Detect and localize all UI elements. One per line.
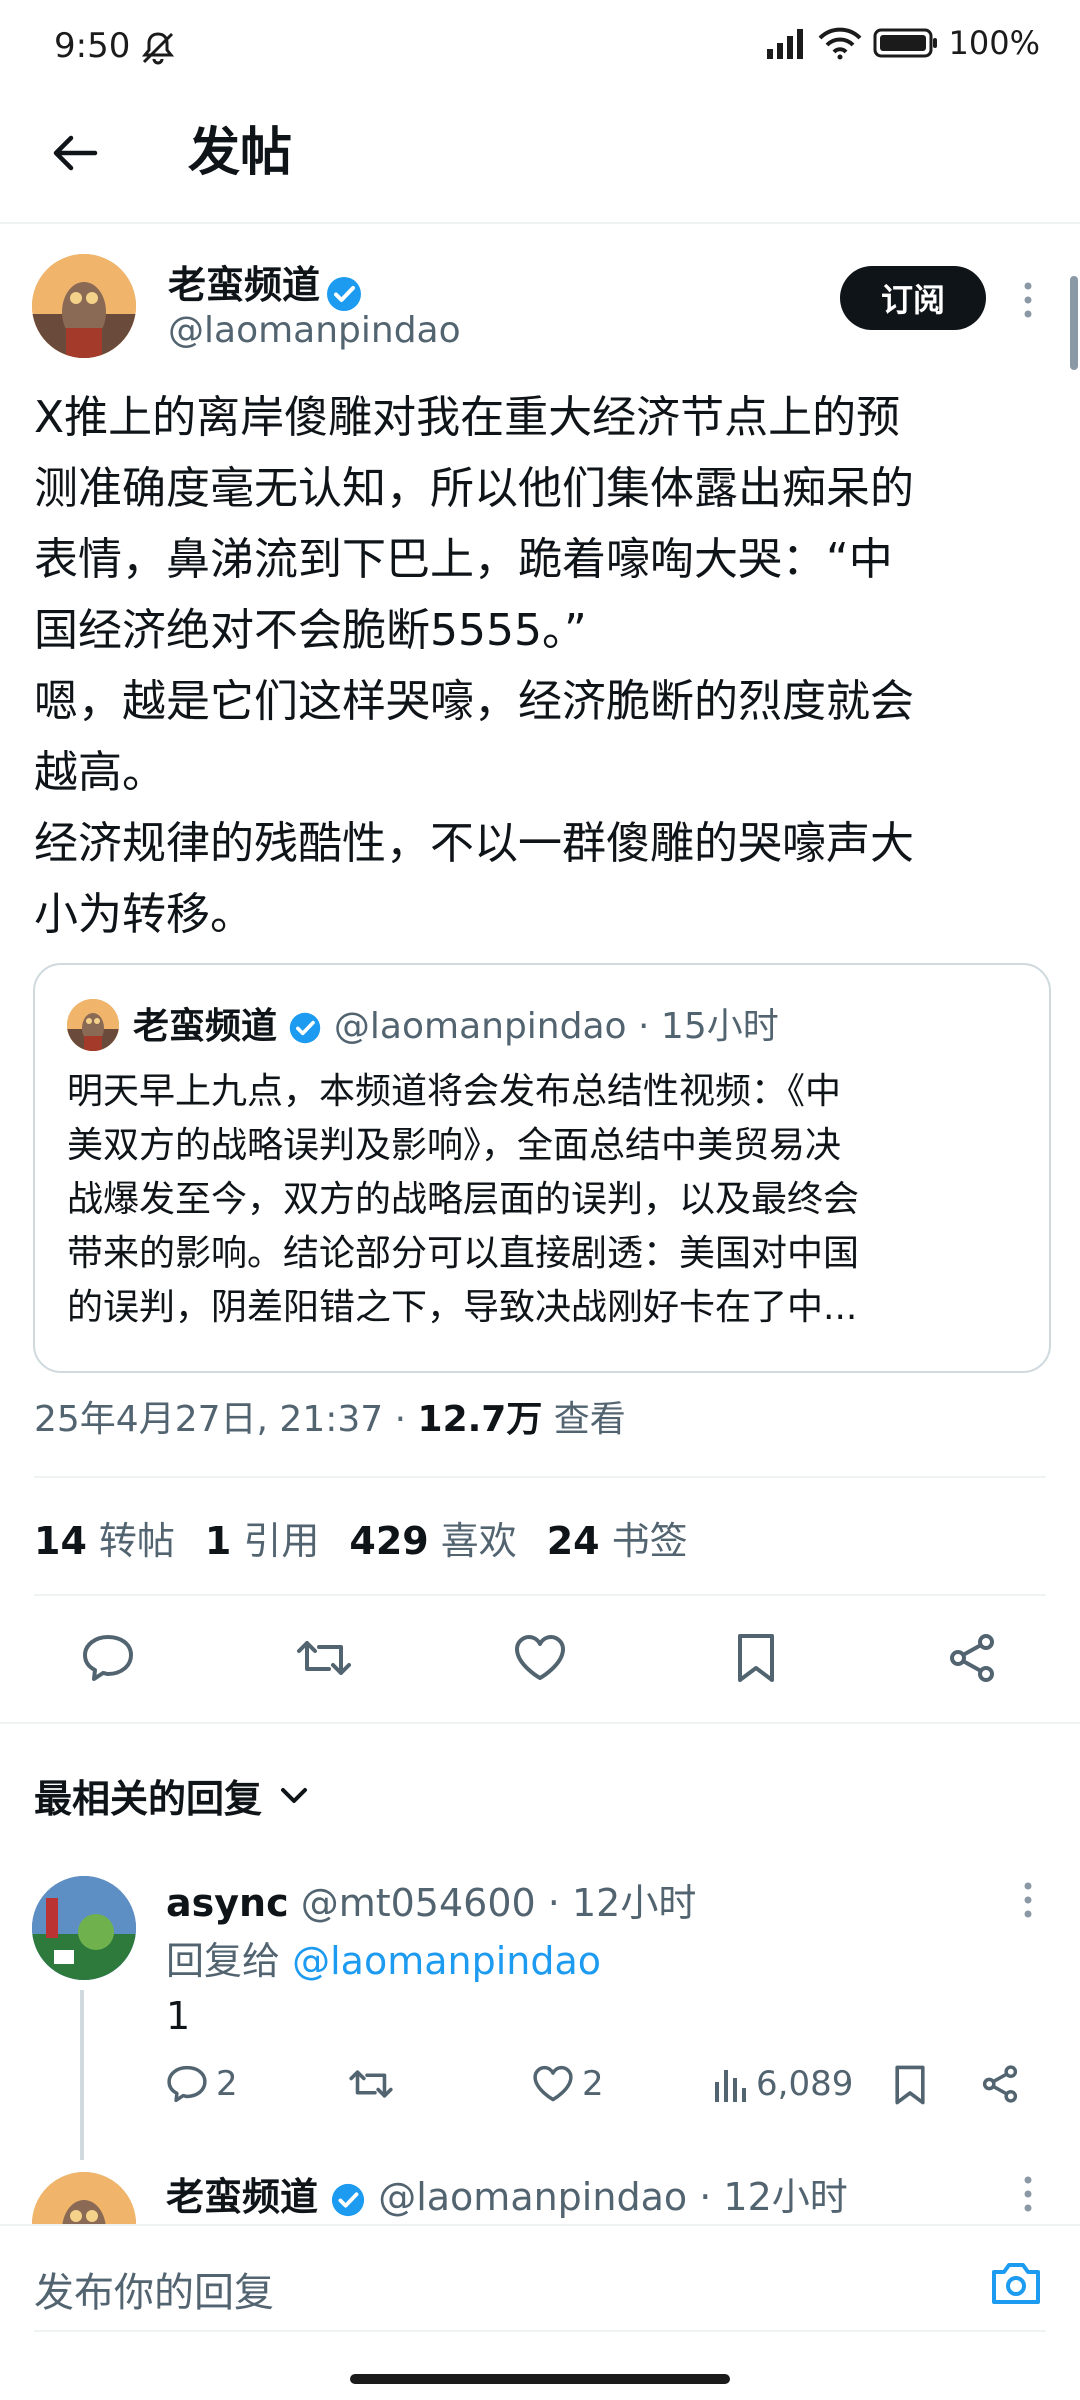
reply-comment-count: 2 [216, 2064, 238, 2104]
reply-like-button[interactable]: 2 [532, 2064, 604, 2104]
camera-icon [992, 2263, 1040, 2304]
reply-compose-bar: 发布你的回复 [0, 2224, 1080, 2346]
reply-comment-button[interactable]: 2 [166, 2064, 238, 2104]
reply-to-prefix: 回复给 [166, 1939, 281, 1983]
views-label: 查看 [553, 1399, 626, 1440]
verified-badge-icon [327, 276, 362, 311]
action-divider [0, 1722, 1080, 1724]
views-bar-chart-icon [715, 2070, 746, 2102]
bookmarks-stat[interactable]: 24 书签 [547, 1510, 688, 1565]
compose-underline [34, 2330, 1046, 2332]
reply-views-count: 6,089 [756, 2064, 854, 2104]
reply-header: async @mt054600 · 12小时 [166, 1872, 696, 1927]
meta-divider [34, 1476, 1046, 1478]
share-icon [950, 1634, 994, 1682]
status-right: 100% [765, 24, 1040, 62]
post-meta: 25年4月27日, 21:37 · 12.7万 查看 [34, 1390, 626, 1442]
signal-icon [766, 29, 803, 59]
like-button[interactable] [508, 1626, 572, 1690]
likes-stat[interactable]: 429 喜欢 [349, 1510, 516, 1565]
post-action-bar [0, 1620, 1080, 1700]
author-line: 老蛮频道 [168, 254, 363, 313]
quoted-post-card[interactable]: 老蛮频道 @laomanpindao · 15小时 明天早上九点，本频道将会发布… [33, 963, 1051, 1373]
reply-time: 12小时 [571, 1881, 697, 1925]
reply-header: 老蛮频道 @laomanpindao · 12小时 [166, 2166, 848, 2221]
verified-badge-icon [290, 1012, 321, 1044]
chevron-down-icon [281, 1787, 308, 1803]
quote-time: 15小时 [660, 1006, 779, 1047]
stats-divider [34, 1594, 1046, 1596]
separator-dot: · [638, 1006, 650, 1047]
author-avatar[interactable] [32, 254, 136, 358]
reply-handle[interactable]: @laomanpindao [378, 2175, 687, 2219]
mute-icon [138, 30, 178, 66]
reply-button[interactable] [76, 1626, 140, 1690]
home-indicator[interactable] [350, 2374, 730, 2384]
author-handle[interactable]: @laomanpindao [168, 310, 461, 351]
engagement-stats: 14 转帖 1 引用 429 喜欢 24 书签 [34, 1510, 688, 1565]
reply-more-icon[interactable] [1018, 2176, 1038, 2212]
more-options-icon[interactable] [1018, 282, 1038, 318]
back-button[interactable] [40, 118, 110, 188]
reply-share-button[interactable] [980, 2064, 1020, 2104]
reply-author-name[interactable]: async [166, 1881, 289, 1925]
repost-icon [349, 2070, 393, 2098]
post-timestamp: 25年4月27日, 21:37 [34, 1399, 384, 1440]
reply-text: 1 [166, 1994, 191, 2038]
repost-icon [297, 1641, 351, 1675]
separator-dot: · [699, 2175, 712, 2219]
separator-dot: · [394, 1399, 407, 1440]
comment-icon [83, 1635, 133, 1681]
replies-sort-dropdown[interactable]: 最相关的回复 [34, 1768, 308, 1823]
subscribe-button[interactable]: 订阅 [840, 266, 986, 330]
bookmark-icon [738, 1634, 774, 1682]
quote-author-avatar [67, 999, 119, 1051]
comment-icon [167, 2065, 207, 2103]
reply-author-name[interactable]: 老蛮频道 [166, 2175, 318, 2219]
battery-percent: 100% [948, 24, 1040, 62]
share-icon [982, 2065, 1018, 2103]
repost-button[interactable] [292, 1626, 356, 1690]
header-divider [0, 222, 1080, 224]
heart-icon [515, 1635, 565, 1680]
battery-icon [873, 28, 937, 58]
reply-input[interactable]: 发布你的回复 [34, 2260, 274, 2318]
reply-more-icon[interactable] [1018, 1882, 1038, 1918]
page-title: 发帖 [188, 123, 293, 183]
reply-avatar[interactable] [32, 1876, 136, 1980]
reply-to-line: 回复给 @laomanpindao [166, 1930, 601, 1985]
scrollbar-thumb[interactable] [1070, 276, 1078, 370]
separator-dot: · [547, 1881, 560, 1925]
reply-action-bar: 2 2 6,089 [166, 2064, 1046, 2124]
quote-text: 明天早上九点，本频道将会发布总结性视频：《中 美双方的战略误判及影响》，全面总结… [67, 1071, 860, 1328]
bookmark-button[interactable] [724, 1626, 788, 1690]
status-time: 9:50 [54, 26, 131, 66]
views-count: 12.7万 [417, 1399, 543, 1440]
reply-like-count: 2 [582, 2064, 604, 2104]
replies-sort-label: 最相关的回复 [34, 1777, 263, 1821]
post-text: X推上的离岸傻雕对我在重大经济节点上的预 测准确度毫无认知，所以他们集体露出痴呆… [34, 392, 914, 940]
reply-views-button[interactable]: 6,089 [712, 2064, 853, 2104]
share-button[interactable] [940, 1626, 1004, 1690]
author-name[interactable]: 老蛮频道 [168, 263, 320, 307]
bookmark-icon [895, 2065, 925, 2105]
verified-badge-icon [332, 2183, 365, 2216]
reply-to-handle[interactable]: @laomanpindao [292, 1939, 601, 1983]
wifi-icon [818, 27, 861, 60]
heart-icon [533, 2065, 573, 2102]
reposts-stat[interactable]: 14 转帖 [34, 1510, 175, 1565]
arrow-left-icon [53, 135, 98, 171]
camera-button[interactable] [990, 2260, 1042, 2306]
reply-handle[interactable]: @mt054600 [301, 1881, 536, 1925]
quotes-stat[interactable]: 1 引用 [205, 1510, 319, 1565]
reply-time: 12小时 [723, 2175, 848, 2219]
thread-connector [80, 1990, 84, 2160]
reply-bookmark-button[interactable] [894, 2064, 926, 2106]
reply-repost-button[interactable] [348, 2064, 394, 2104]
quote-header: 老蛮频道 @laomanpindao · 15小时 [133, 997, 779, 1049]
quote-author-name: 老蛮频道 [133, 1006, 278, 1047]
quote-handle: @laomanpindao [333, 1006, 627, 1047]
